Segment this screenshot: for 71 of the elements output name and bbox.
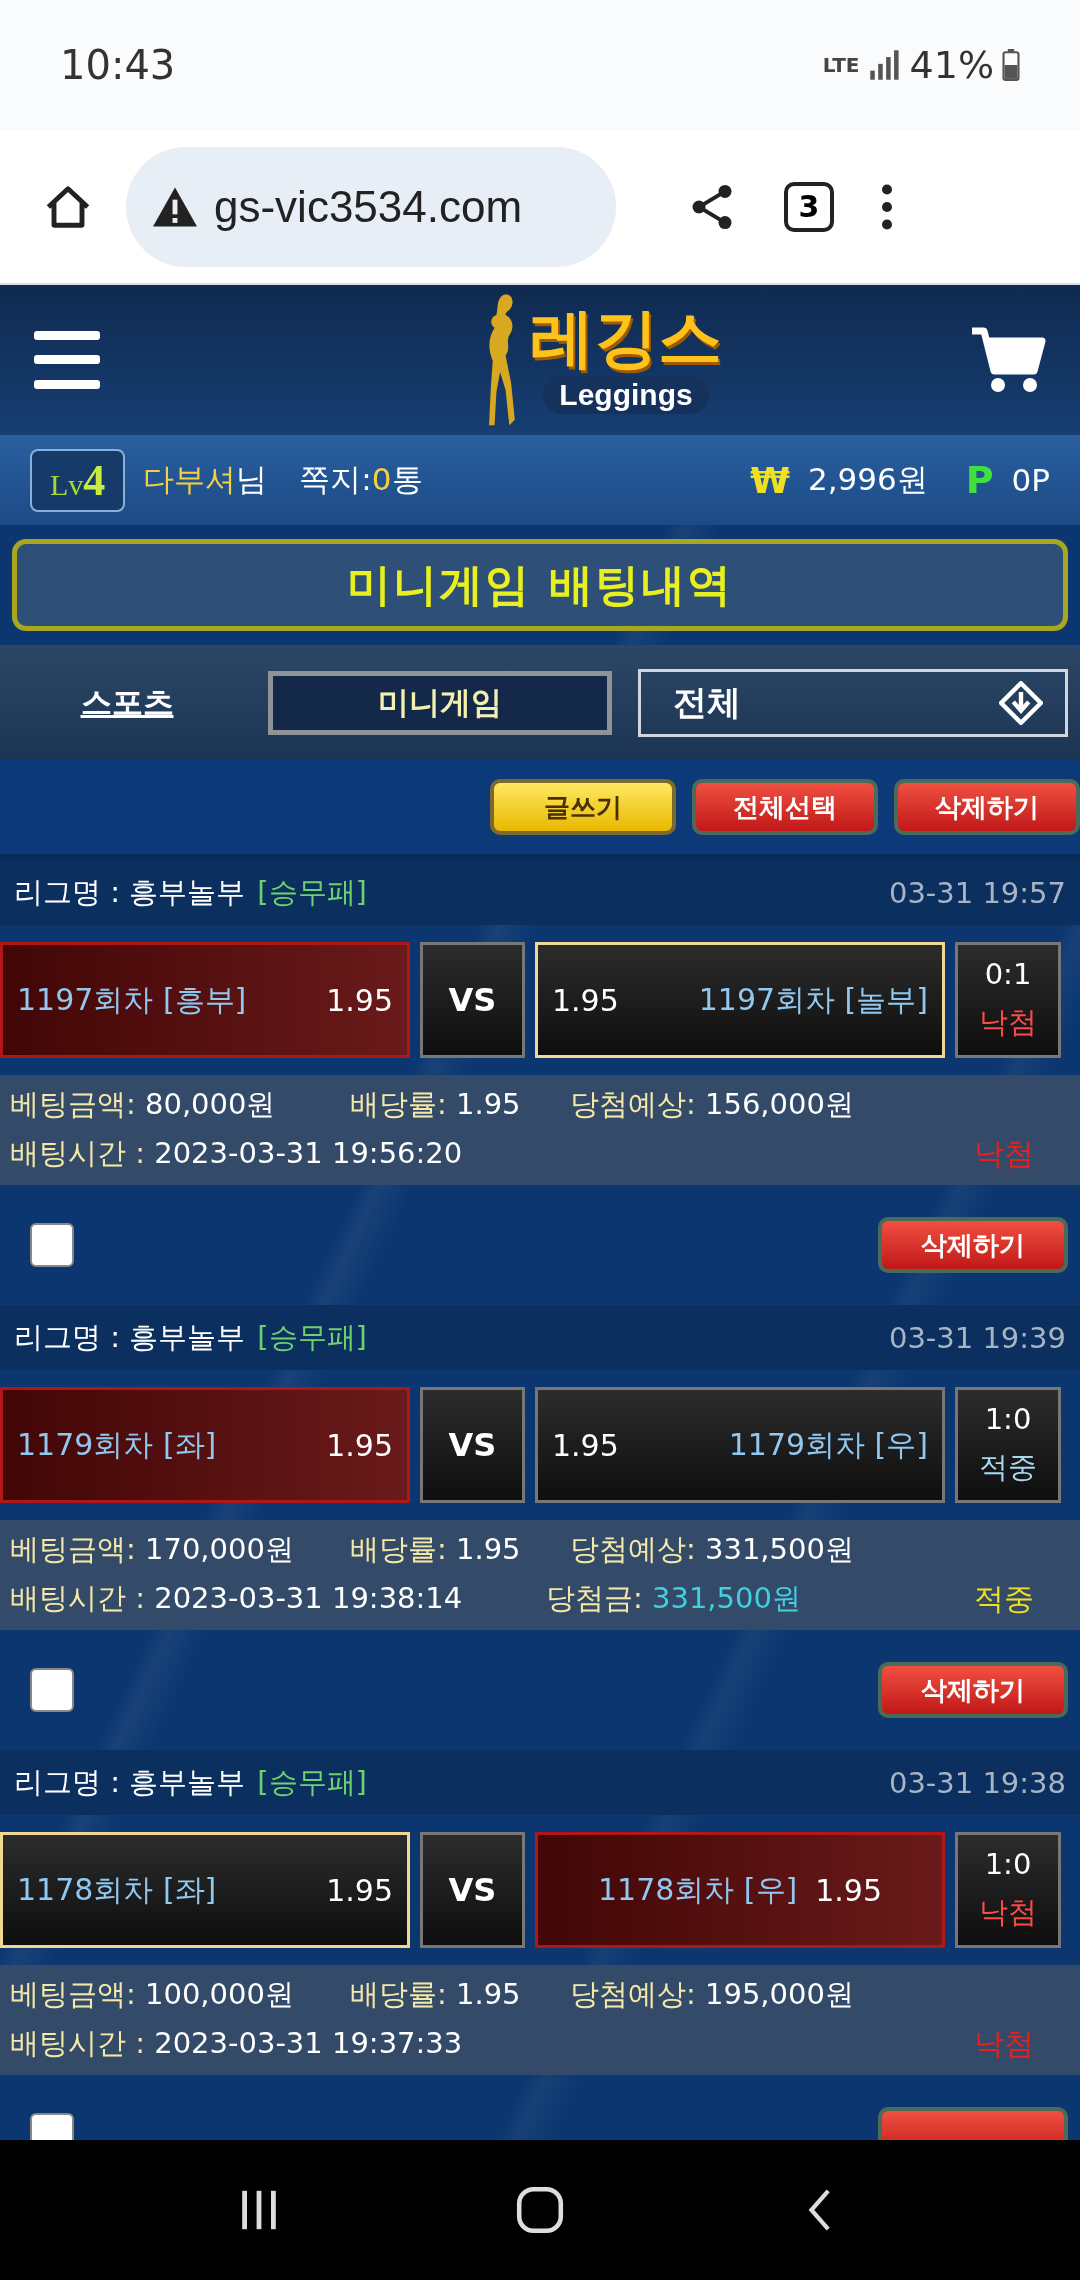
bet-amount: 베팅금액: 170,000원 [10,1531,295,1569]
cart-icon[interactable] [970,325,1046,395]
odds-rate: 배당률: 1.95 [350,1086,522,1124]
league-name: 리그명 : 흥부놀부 [14,1318,246,1356]
bet-type: [승무패] [257,1318,367,1356]
page-title: 미니게임 배팅내역 [12,539,1068,631]
checkbox[interactable] [30,1223,74,1267]
payout: 당첨금: 331,500원 [546,1580,801,1618]
result-status: 낙첨 [974,1134,1034,1173]
action-button[interactable]: 글쓰기 [490,779,676,835]
result-status: 낙첨 [974,2024,1034,2063]
bet-amount: 베팅금액: 100,000원 [10,1976,295,2014]
score: 1:0 [984,1847,1032,1881]
delete-button[interactable]: 삭제하기 [878,1217,1068,1273]
result-status: 적중 [974,1579,1034,1618]
bet-time: 배팅시간 : 2023-03-31 19:56:20 [10,1135,464,1173]
battery-icon [1002,49,1020,81]
home-pick[interactable]: 1178회차 [좌] 1.95 [0,1832,410,1948]
logo-title: 레깅스 [530,306,722,370]
delete-button[interactable]: 삭제하기 [878,1662,1068,1718]
league-name: 리그명 : 흥부놀부 [14,1763,246,1801]
points-amount: 0P [1011,462,1050,498]
message-count[interactable]: 쪽지:0통 [299,459,423,501]
address-bar[interactable]: gs-vic3534.com [126,146,616,267]
dropdown-icon [999,680,1043,725]
home-pick[interactable]: 1197회차 [흥부] 1.95 [0,942,410,1058]
clock: 10:43 [60,42,176,88]
bet-amount: 베팅금액: 80,000원 [10,1086,277,1124]
versus-label: VS [420,1832,525,1948]
odds-rate: 배당률: 1.95 [350,1531,522,1569]
game-time: 03-31 19:38 [888,1765,1066,1800]
away-pick[interactable]: 1178회차 [우] 1.95 [535,1832,945,1948]
score: 1:0 [984,1402,1032,1436]
level-badge: Lv4 [30,448,126,512]
menu-icon[interactable] [34,331,100,389]
expected-win: 당첨예상: 156,000원 [570,1086,854,1124]
action-button[interactable]: 삭제하기 [894,779,1080,835]
logo-subtitle: Leggings [543,376,709,414]
result: 낙첨 [979,1894,1037,1931]
game-time: 03-31 19:39 [888,1320,1066,1355]
points-symbol: P [965,458,994,502]
tab[interactable]: 미니게임 [268,670,612,735]
away-pick[interactable]: 1.95 1197회차 [놀부] [535,942,945,1058]
network-type: LTE [822,53,860,77]
bet-type: [승무패] [257,1763,367,1801]
bet-time: 배팅시간 : 2023-03-31 19:38:14 [10,1580,464,1618]
versus-label: VS [420,1387,525,1503]
money-amount: 2,996원 [807,460,928,499]
money-symbol: ₩ [750,459,790,501]
league-name: 리그명 : 흥부놀부 [14,873,246,911]
bet-time: 배팅시간 : 2023-03-31 19:37:33 [10,2025,464,2063]
odds-rate: 배당률: 1.95 [350,1976,522,2014]
action-button[interactable]: 전체선택 [692,779,878,835]
away-pick[interactable]: 1.95 1179회차 [우] [535,1387,945,1503]
battery-percent: 41% [909,43,994,87]
result: 낙첨 [979,1004,1037,1041]
filter-select[interactable]: 전체 [638,668,1068,737]
tabs-button[interactable]: 3 [784,181,834,232]
game-time: 03-31 19:57 [888,875,1066,910]
versus-label: VS [420,942,525,1058]
bet-type: [승무패] [257,873,367,911]
nickname: 다부셔 님 [143,460,268,499]
checkbox[interactable] [30,1668,74,1712]
home-icon[interactable] [514,2184,566,2236]
result: 적중 [979,1449,1037,1486]
tab[interactable]: 스포츠 [12,680,242,725]
score: 0:1 [984,957,1032,991]
expected-win: 당첨예상: 331,500원 [570,1531,854,1569]
signal-icon [867,48,902,82]
expected-win: 당첨예상: 195,000원 [570,1976,854,2014]
home-pick[interactable]: 1179회차 [좌] 1.95 [0,1387,410,1503]
